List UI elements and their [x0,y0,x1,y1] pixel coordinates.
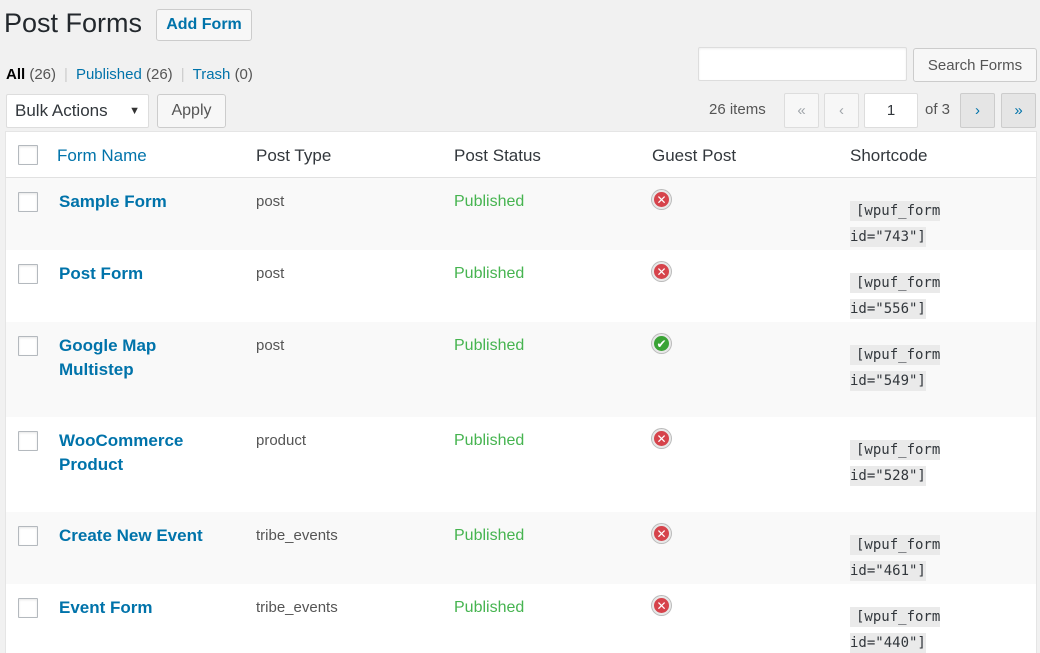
add-form-button[interactable]: Add Form [156,9,252,41]
form-name-link[interactable]: Create New Event [59,524,209,548]
row-checkbox[interactable] [18,431,38,451]
post-type: product [256,432,307,449]
next-page-button[interactable]: › [960,93,995,128]
column-post-type: Post Type [256,146,332,165]
table-body: Sample Form post Published ✕ [wpuf_form id="7… [6,178,1036,653]
forms-table: Form Name Post Type Post Status Guest Po… [5,131,1037,653]
row-checkbox[interactable] [18,526,38,546]
post-status: Published [454,193,525,210]
table-row: Post Form post Published ✕ [wpuf_form id="556… [6,250,1036,322]
cross-circle-icon: ✕ [652,596,671,615]
filter-all[interactable]: All (26) [6,66,56,83]
form-name-link[interactable]: Sample Form [59,190,209,214]
column-shortcode: Shortcode [850,146,928,165]
shortcode: [wpuf_form id="528"] [850,440,941,486]
page-title: Post Forms [4,8,143,38]
shortcode: [wpuf_form id="440"] [850,607,941,653]
post-status: Published [454,337,525,354]
cross-circle-icon: ✕ [652,262,671,281]
form-name-link[interactable]: Event Form [59,596,209,620]
bulk-actions-select[interactable]: Bulk Actions ▼ [6,94,149,128]
row-checkbox[interactable] [18,264,38,284]
items-count: 26 items [709,101,766,118]
prev-page-button: ‹ [824,93,859,128]
form-name-link[interactable]: WooCommerce Product [59,429,209,477]
row-checkbox[interactable] [18,598,38,618]
post-status: Published [454,527,525,544]
shortcode: [wpuf_form id="743"] [850,201,941,247]
column-guest-post: Guest Post [652,146,737,165]
cross-circle-icon: ✕ [652,524,671,543]
shortcode: [wpuf_form id="556"] [850,273,941,319]
search-input[interactable] [698,47,907,81]
check-circle-icon: ✔ [652,334,671,353]
table-row: WooCommerce Product product Published ✕ [wpu… [6,417,1036,512]
search-forms-button[interactable]: Search Forms [913,48,1037,82]
caret-down-icon: ▼ [129,105,140,117]
cross-circle-icon: ✕ [652,190,671,209]
post-type: post [256,265,285,282]
current-page-input[interactable]: 1 [864,93,918,128]
total-pages: of 3 [925,101,951,118]
table-row: Sample Form post Published ✕ [wpuf_form id="7… [6,178,1036,250]
apply-button[interactable]: Apply [157,94,226,128]
first-page-button: « [784,93,819,128]
last-page-button[interactable]: » [1001,93,1036,128]
shortcode: [wpuf_form id="549"] [850,345,941,391]
post-status: Published [454,432,525,449]
row-checkbox[interactable] [18,336,38,356]
row-checkbox[interactable] [18,192,38,212]
table-row: Create New Event tribe_events Published ✕ [w… [6,512,1036,584]
column-form-name[interactable]: Form Name [57,146,147,166]
table-header: Form Name Post Type Post Status Guest Po… [6,132,1036,178]
select-all-checkbox[interactable] [18,145,38,165]
post-status: Published [454,599,525,616]
table-row: Event Form tribe_events Published ✕ [wpuf_fo… [6,584,1036,653]
status-filters: All (26) | Published (26) | Trash (0) [6,66,253,83]
table-row: Google Map Multistep post Published ✔ [wpuf_… [6,322,1036,417]
cross-circle-icon: ✕ [652,429,671,448]
post-status: Published [454,265,525,282]
form-name-link[interactable]: Post Form [59,262,209,286]
filter-published[interactable]: Published (26) [76,66,173,83]
filter-trash[interactable]: Trash (0) [193,66,253,83]
post-type: tribe_events [256,599,338,616]
column-post-status: Post Status [454,146,541,165]
shortcode: [wpuf_form id="461"] [850,535,941,581]
post-type: tribe_events [256,527,338,544]
post-type: post [256,337,285,354]
post-type: post [256,193,285,210]
form-name-link[interactable]: Google Map Multistep [59,334,209,382]
